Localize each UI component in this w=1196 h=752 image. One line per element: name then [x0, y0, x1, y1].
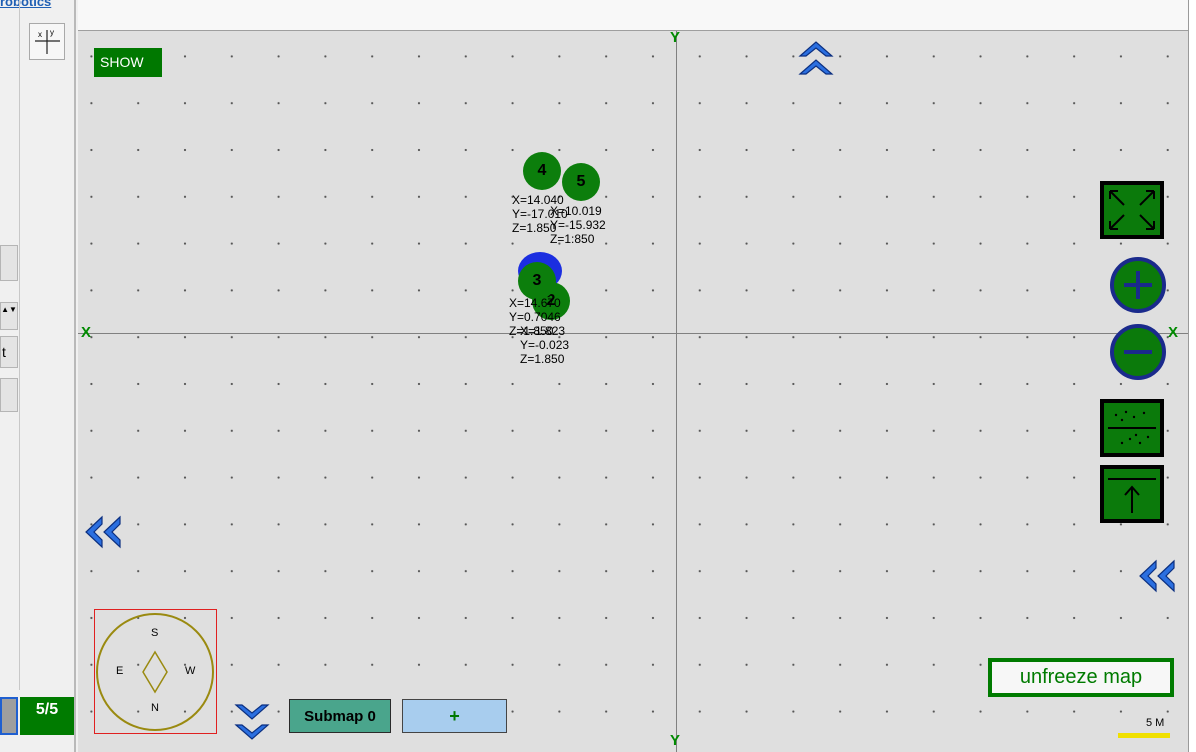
up-arrow-icon[interactable]	[1100, 465, 1164, 523]
page-indicator: 5/5	[20, 697, 74, 735]
compass-north-label: N	[151, 702, 159, 714]
y-axis-label-top: Y	[670, 31, 681, 46]
scale-bar	[1118, 733, 1170, 738]
compass-east-label: E	[116, 665, 124, 677]
show-button[interactable]: SHOW	[94, 48, 162, 77]
compass-south-label: S	[151, 627, 159, 639]
axes-toggle-icon: x y	[35, 28, 60, 54]
top-toolbar	[78, 0, 1188, 31]
compass-widget: S N E W	[94, 609, 217, 734]
add-submap-button[interactable]: +	[402, 699, 507, 733]
selection-swatch[interactable]	[0, 697, 18, 735]
x-axis-label-right: X	[1168, 324, 1179, 341]
scroll-down-icon[interactable]	[232, 701, 272, 747]
unfreeze-map-button[interactable]: unfreeze map	[988, 658, 1174, 697]
zoom-in-icon[interactable]	[1108, 255, 1168, 315]
robot-marker[interactable]: 3	[518, 262, 556, 300]
column-divider	[19, 0, 20, 690]
scroll-up-icon[interactable]	[796, 36, 836, 78]
side-text-button[interactable]: t	[0, 336, 18, 368]
zoom-out-icon[interactable]	[1108, 322, 1168, 382]
y-axis-label-bottom: Y	[670, 732, 681, 749]
x-axis-label-left: X	[81, 324, 92, 341]
map-canvas[interactable]: Y Y X X SHOW 4 5 2 3 X=14.040 Y=-17.010 …	[78, 31, 1188, 752]
left-panel: robotics ▲▼ t x y 5/5	[0, 0, 76, 752]
scroll-left-icon[interactable]	[80, 513, 126, 551]
y-axis-line	[676, 31, 677, 752]
scroll-left-icon-right[interactable]	[1134, 557, 1180, 595]
submap-button[interactable]: Submap 0	[289, 699, 391, 733]
robot-coordinates: X=1.823 Y=-0.023 Z=1.850	[520, 324, 570, 366]
side-button-2[interactable]	[0, 378, 18, 412]
x-axis-line	[78, 333, 1188, 334]
axes-toggle-button[interactable]: x y	[29, 23, 65, 60]
panel-title[interactable]: robotics	[0, 0, 51, 9]
fit-view-icon[interactable]	[1100, 181, 1164, 239]
svg-text:x: x	[38, 30, 42, 39]
side-button[interactable]	[0, 245, 18, 281]
compass-west-label: W	[185, 665, 196, 677]
svg-text:y: y	[50, 28, 54, 37]
right-edge-panel	[1188, 0, 1196, 752]
robot-coordinates: X=10.019 Y=-15.932 Z=1:850	[550, 204, 606, 246]
robot-marker[interactable]: 4	[523, 152, 561, 190]
numeric-stepper[interactable]: ▲▼	[0, 302, 18, 330]
point-cloud-icon[interactable]	[1100, 399, 1164, 457]
scale-label: 5 M	[1146, 717, 1165, 729]
